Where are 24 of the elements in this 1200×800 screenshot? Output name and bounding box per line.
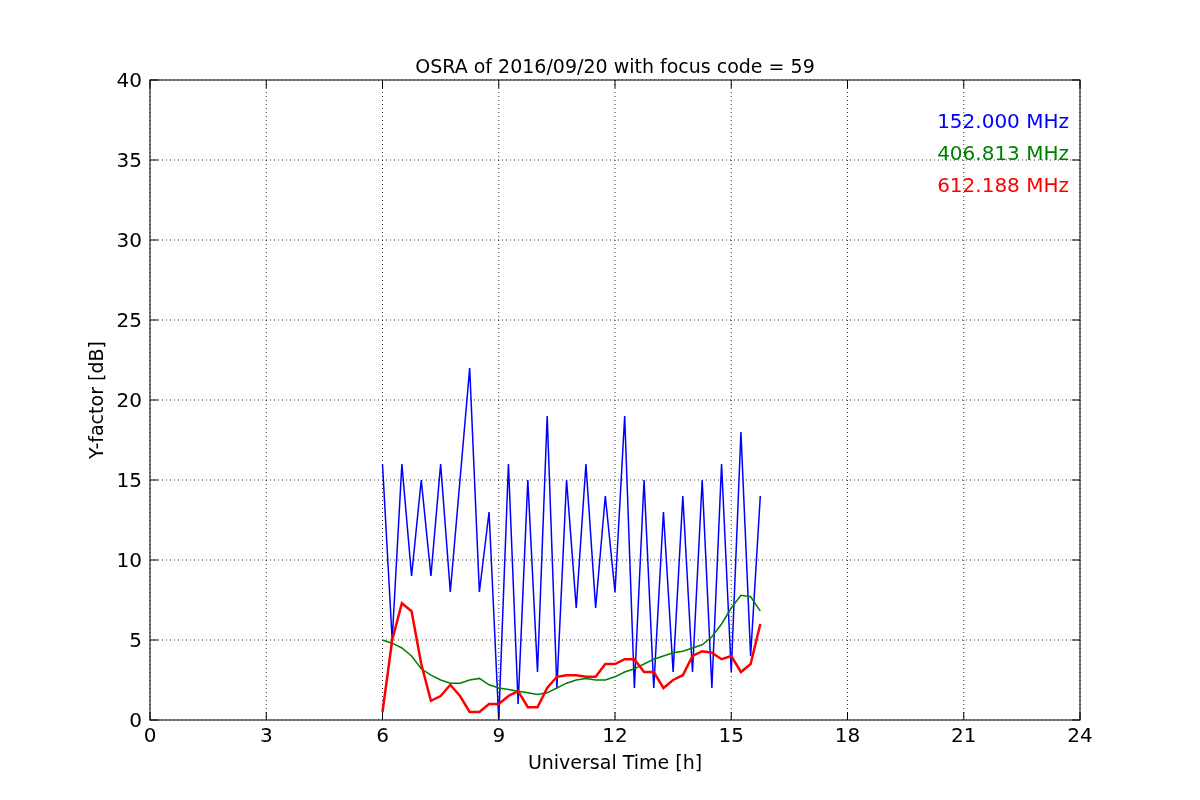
tick-label: 0 (129, 708, 142, 732)
legend-label: 612.188 MHz (937, 173, 1069, 197)
axis-title: Universal Time [h] (527, 751, 703, 773)
tick-label: 15 (718, 723, 744, 747)
tick-label: 12 (602, 723, 628, 747)
tick-label: 6 (376, 723, 389, 747)
tick-label: 0 (143, 723, 157, 747)
legend-label: 406.813 MHz (937, 141, 1069, 165)
tick-label: 18 (834, 723, 861, 747)
tick-label: 15 (116, 468, 142, 492)
tick-label: 20 (116, 388, 142, 412)
tick-label: 40 (116, 68, 142, 92)
tick-label: 30 (116, 228, 142, 252)
tick-label: 35 (116, 148, 142, 172)
tick-label: 9 (492, 723, 506, 747)
tick-label: 5 (129, 628, 142, 652)
legend-label: 152.000 MHz (937, 109, 1069, 133)
tick-label: 10 (116, 548, 142, 572)
tick-label: 24 (1067, 723, 1093, 747)
tick-label: 3 (259, 723, 273, 747)
tick-label: 25 (116, 308, 142, 332)
tick-label: 21 (951, 723, 977, 747)
axis-title: Y-factor [dB] (85, 341, 107, 459)
chart-title: OSRA of 2016/09/20 with focus code = 59 (415, 55, 815, 77)
